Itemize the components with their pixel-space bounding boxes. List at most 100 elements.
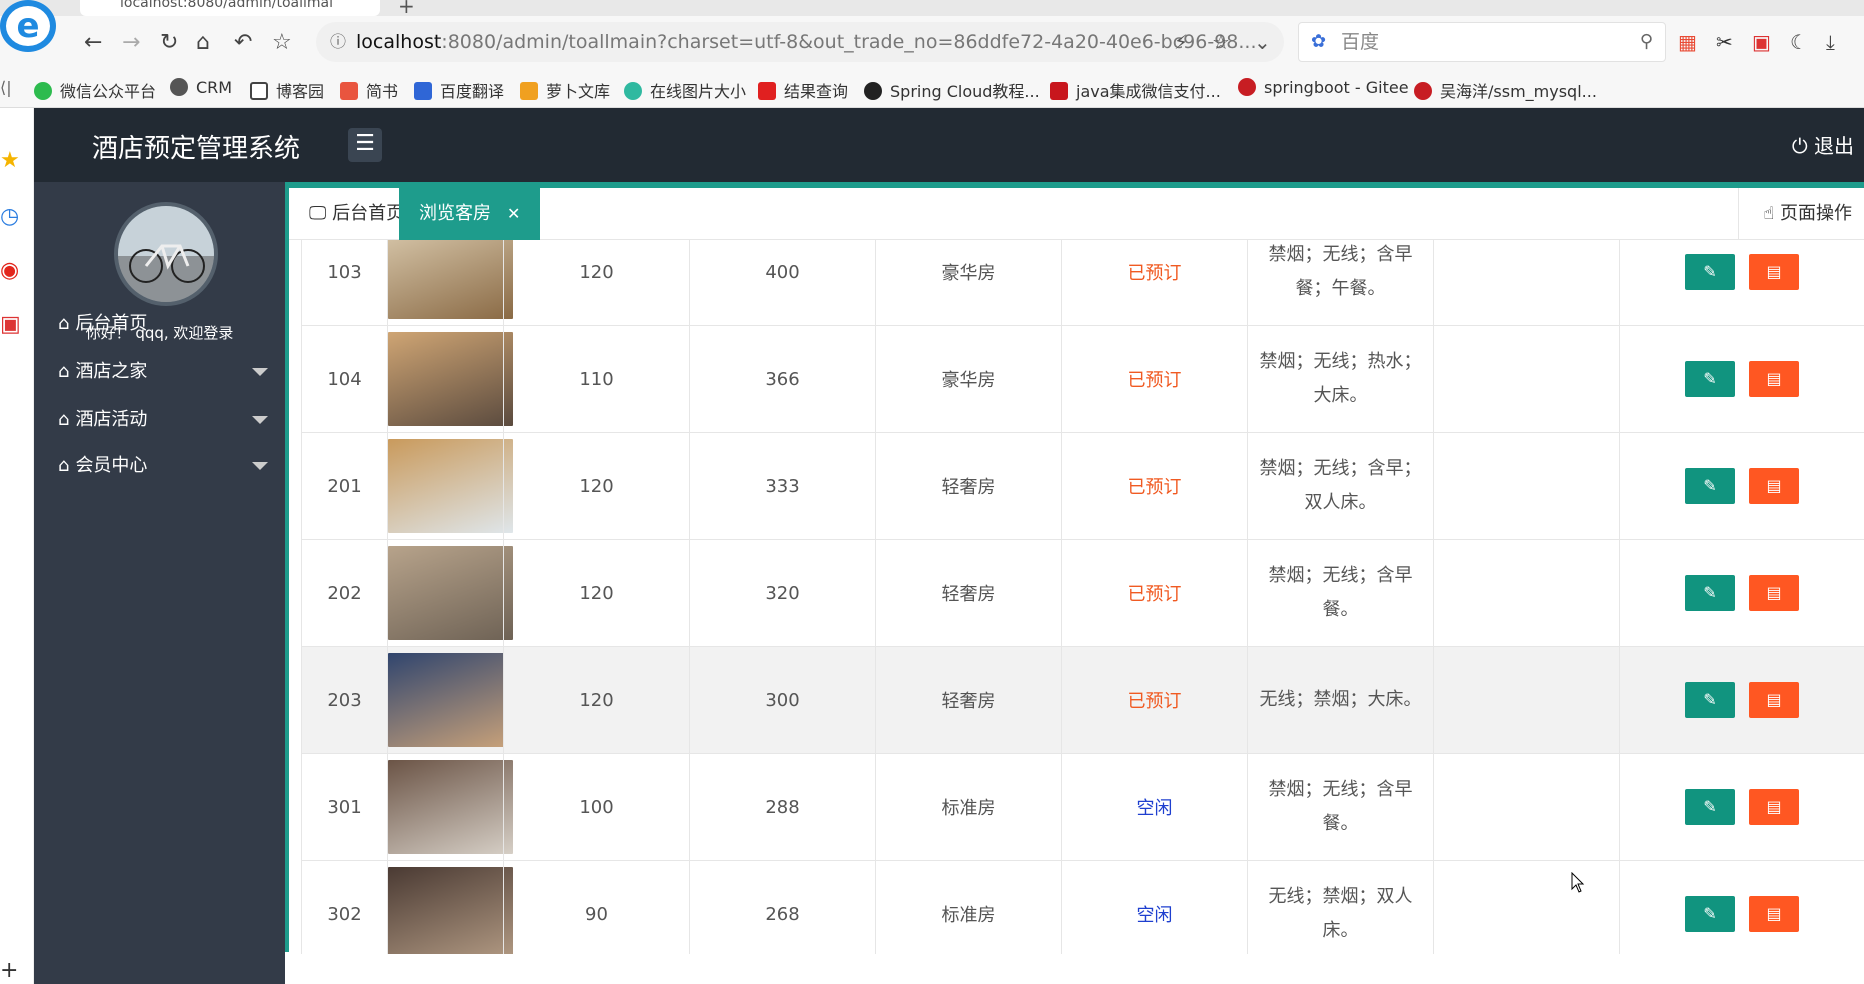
room-area: 120	[503, 646, 690, 754]
bookmark-item[interactable]: 在线图片大小	[624, 78, 746, 102]
search-icon[interactable]: ⚲	[1640, 23, 1653, 61]
pencil-icon: ✎	[1703, 476, 1717, 495]
new-tab-icon[interactable]: +	[398, 0, 415, 18]
room-description-cell: 禁烟；无线；热水；大床。	[1247, 325, 1434, 433]
edit-button[interactable]: ✎	[1685, 682, 1735, 718]
pencil-icon: ✎	[1703, 797, 1717, 816]
undo-icon[interactable]: ↶	[234, 30, 252, 55]
detail-button[interactable]: ▤	[1749, 682, 1799, 718]
moon-icon[interactable]: ☾	[1790, 30, 1808, 54]
tab-label: 后台首页	[332, 203, 405, 224]
close-icon[interactable]: ✕	[507, 204, 520, 223]
pdf-icon[interactable]: ▣	[0, 312, 21, 337]
pencil-icon: ✎	[1703, 583, 1717, 602]
sidebar-item-home[interactable]: ⌂ 后台首页	[58, 304, 268, 344]
bookmark-item[interactable]: springboot - Gitee	[1238, 78, 1409, 97]
caret-down-icon	[252, 368, 268, 376]
room-status: 已预订	[1061, 432, 1248, 540]
tab-browse-rooms[interactable]: 浏览客房 ✕	[399, 188, 541, 240]
search-input[interactable]: ✿ 百度 ⚲	[1298, 22, 1666, 62]
bookmark-item[interactable]: Spring Cloud教程...	[864, 78, 1040, 102]
menu-toggle-icon[interactable]: ☰	[348, 128, 382, 162]
browser-tab[interactable]: localhost:8080/admin/toallmai×	[80, 0, 380, 16]
translate-icon	[414, 82, 432, 100]
pdf-icon[interactable]: ▣	[1752, 30, 1771, 54]
room-number: 203	[301, 646, 388, 754]
edit-button[interactable]: ✎	[1685, 575, 1735, 611]
edit-button[interactable]: ✎	[1685, 789, 1735, 825]
bookmark-item[interactable]: 百度翻译	[414, 78, 504, 102]
forward-icon[interactable]: →	[122, 30, 140, 55]
sidebar-item-member[interactable]: ⌂ 会员中心	[58, 446, 268, 486]
bookmark-item[interactable]: java集成微信支付...	[1050, 78, 1221, 102]
favorite-icon[interactable]: ☆	[1212, 30, 1230, 54]
home-icon[interactable]: ⌂	[196, 30, 210, 55]
bookmark-item[interactable]: 吴海洋/ssm_mysql...	[1414, 78, 1597, 102]
detail-button[interactable]: ▤	[1749, 789, 1799, 825]
edit-button[interactable]: ✎	[1685, 254, 1735, 290]
pencil-icon: ✎	[1703, 369, 1717, 388]
history-icon[interactable]: ◷	[0, 204, 19, 229]
back-icon[interactable]: ←	[84, 30, 102, 55]
reload-icon[interactable]: ↻	[160, 30, 178, 55]
page-operations-button[interactable]: ☝ 页面操作	[1738, 188, 1864, 240]
room-description-cell: 无线；禁烟；双人床。	[1247, 860, 1434, 954]
room-area: 110	[503, 325, 690, 433]
room-thumbnail-cell	[387, 860, 513, 954]
detail-button[interactable]: ▤	[1749, 468, 1799, 504]
detail-button[interactable]: ▤	[1749, 575, 1799, 611]
room-price: 333	[689, 432, 876, 540]
room-number: 301	[301, 753, 388, 861]
info-icon: ⓘ	[330, 32, 347, 51]
room-description-cell: 禁烟；无线；含早餐。	[1247, 539, 1434, 647]
bookmark-item[interactable]: 结果查询	[758, 78, 848, 102]
weibo-icon[interactable]: ◉	[0, 258, 19, 283]
bookmark-item[interactable]: 博客园	[250, 78, 324, 102]
bookmark-item[interactable]: 微信公众平台	[34, 78, 156, 102]
sidebar-item-hotel-activity[interactable]: ⌂ 酒店活动	[58, 400, 268, 440]
bookmark-item[interactable]: CRM	[170, 78, 232, 97]
room-status: 空闲	[1061, 753, 1248, 861]
edit-button[interactable]: ✎	[1685, 468, 1735, 504]
list-icon: ▤	[1766, 690, 1782, 709]
wechat-icon	[34, 82, 52, 100]
collapse-icon[interactable]: ⟨|	[0, 78, 12, 97]
download-icon[interactable]: ⤓	[1826, 30, 1835, 54]
detail-button[interactable]: ▤	[1749, 896, 1799, 932]
apps-icon[interactable]: ▦	[1678, 30, 1697, 54]
room-thumbnail-cell	[387, 539, 513, 647]
edit-button[interactable]: ✎	[1685, 896, 1735, 932]
address-bar[interactable]: ⓘ localhost:8080/admin/toallmain?charset…	[316, 22, 1284, 62]
mouse-cursor-icon	[1571, 872, 1585, 893]
room-description: 禁烟；无线；含早餐。	[1268, 565, 1413, 620]
actions-cell: ✎ ▤	[1619, 539, 1864, 647]
edit-button[interactable]: ✎	[1685, 361, 1735, 397]
jianshu-icon	[340, 82, 358, 100]
lightning-icon[interactable]: ⚡	[1174, 30, 1188, 54]
logout-button[interactable]: ⏻ 退出	[1792, 130, 1854, 159]
bookmark-star-icon[interactable]: ☆	[272, 30, 292, 55]
sidebar-item-label: 酒店活动	[75, 409, 148, 430]
chevron-down-icon[interactable]: ⌄	[1254, 30, 1271, 54]
url-host: localhost	[356, 31, 442, 53]
actions-cell: ✎ ▤	[1619, 240, 1864, 326]
bookmark-label: 博客园	[276, 82, 325, 101]
empty-cell	[1433, 753, 1620, 861]
detail-button[interactable]: ▤	[1749, 254, 1799, 290]
room-thumbnail-cell	[387, 240, 513, 326]
list-icon: ▤	[1766, 797, 1782, 816]
scissors-icon[interactable]: ✂	[1716, 30, 1733, 54]
room-thumbnail-cell	[387, 432, 513, 540]
add-icon[interactable]: +	[0, 958, 18, 983]
browser-logo-icon: e	[0, 0, 56, 52]
sidebar-item-hotel-home[interactable]: ⌂ 酒店之家	[58, 352, 268, 392]
bookmark-item[interactable]: 萝卜文库	[520, 78, 610, 102]
room-status: 已预订	[1061, 539, 1248, 647]
room-area: 120	[503, 240, 690, 326]
star-icon[interactable]: ★	[0, 148, 20, 173]
actions-cell: ✎ ▤	[1619, 860, 1864, 954]
empty-cell	[1433, 646, 1620, 754]
csdn-icon	[1050, 82, 1068, 100]
detail-button[interactable]: ▤	[1749, 361, 1799, 397]
bookmark-item[interactable]: 简书	[340, 78, 398, 102]
